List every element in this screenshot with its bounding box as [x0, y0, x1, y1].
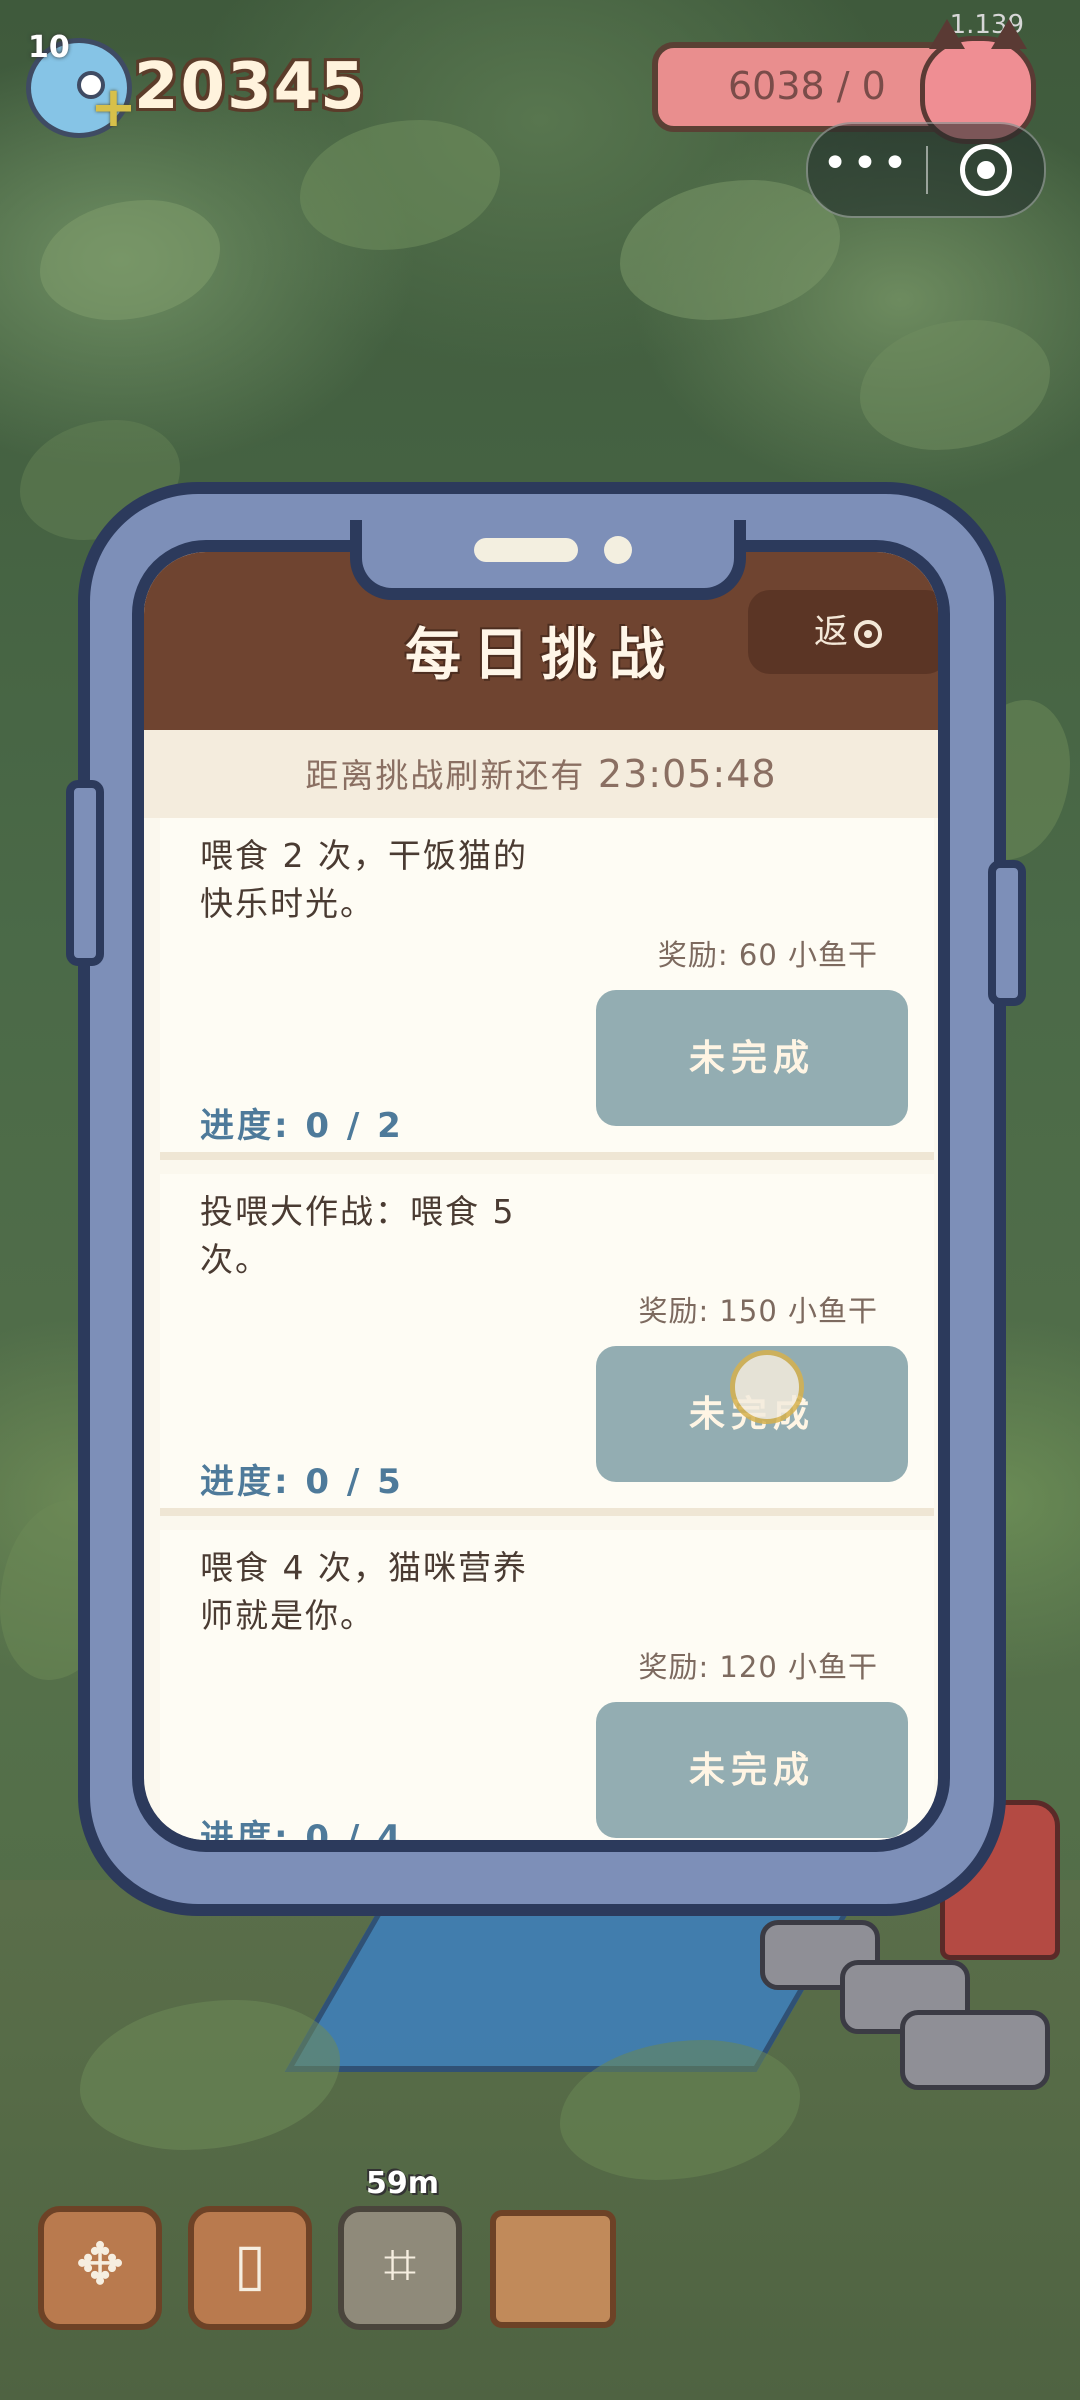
task-description: 喂食 2 次，干饭猫的 快乐时光。: [200, 832, 620, 928]
capacity-value: 6038 / 0: [728, 64, 886, 108]
coin-value: 20345: [134, 50, 367, 124]
speaker-icon: [474, 538, 578, 562]
refresh-time: 23:05:48: [597, 752, 777, 796]
task-description: 投喂大作战：喂食 5 次。: [200, 1188, 620, 1284]
litter-scoop-icon: ⌗: [383, 2230, 417, 2298]
return-icon: [854, 619, 882, 648]
back-button-label: 返: [814, 612, 848, 652]
timer-badge: 59m: [366, 2166, 440, 2201]
miniprogram-capsule: •••: [806, 122, 1046, 218]
task-progress: 进度: 0 / 2: [200, 1106, 404, 1146]
refresh-countdown: 距离挑战刷新还有 23:05:48: [144, 730, 938, 818]
task-progress: 进度: 0 / 5: [200, 1462, 404, 1502]
task-desc-line: 次。: [200, 1240, 270, 1279]
task-desc-line: 喂食 2 次，干饭猫的: [200, 836, 528, 875]
map-icon[interactable]: [490, 2210, 616, 2328]
leaf: [40, 200, 220, 320]
fish-coin-counter[interactable]: 10 + 20345: [22, 28, 382, 138]
task-reward: 奖励: 60 小鱼干: [657, 938, 878, 972]
task-desc-line: 师就是你。: [200, 1596, 375, 1635]
task-status-button[interactable]: 未完成: [596, 1702, 908, 1838]
task-reward: 奖励: 150 小鱼干: [638, 1294, 878, 1328]
add-coins-icon[interactable]: +: [90, 80, 137, 136]
task-desc-line: 投喂大作战：喂食 5: [200, 1192, 516, 1231]
target-close-icon[interactable]: [960, 144, 1012, 196]
leaf: [620, 180, 840, 320]
daily-challenge-modal: 每日挑战 返 距离挑战刷新还有 23:05:48 喂食 2 次，干饭猫的 快乐时…: [132, 540, 950, 1852]
task-card: 喂食 4 次，猫咪营养 师就是你。 奖励: 120 小鱼干 未完成 进度: 0 …: [160, 1530, 934, 1852]
more-dots-icon[interactable]: •••: [808, 124, 926, 216]
task-card: 投喂大作战：喂食 5 次。 奖励: 150 小鱼干 未完成 进度: 0 / 5: [160, 1174, 934, 1516]
move-button[interactable]: ✥: [38, 2206, 162, 2330]
task-progress: 进度: 0 / 4: [200, 1818, 404, 1852]
capsule-divider: [926, 146, 928, 194]
phone-side-button: [988, 860, 1026, 1006]
phone-icon: ▯: [234, 2230, 266, 2298]
level-number: 10: [28, 30, 70, 65]
rock: [900, 2010, 1050, 2090]
phone-button[interactable]: ▯: [188, 2206, 312, 2330]
task-status-button[interactable]: 未完成: [596, 990, 908, 1126]
phone-notch: [350, 520, 746, 600]
phone-side-button: [66, 780, 104, 966]
task-card: 喂食 2 次，干饭猫的 快乐时光。 奖励: 60 小鱼干 未完成 进度: 0 /…: [160, 818, 934, 1160]
back-button[interactable]: 返: [748, 590, 938, 674]
tap-hand-icon: [730, 1350, 804, 1424]
leaf: [860, 320, 1050, 450]
task-description: 喂食 4 次，猫咪营养 师就是你。: [200, 1544, 620, 1640]
task-desc-line: 喂食 4 次，猫咪营养: [200, 1548, 528, 1587]
camera-icon: [604, 536, 632, 564]
task-reward: 奖励: 120 小鱼干: [638, 1650, 878, 1684]
leaf: [300, 120, 500, 250]
refresh-label: 距离挑战刷新还有: [305, 756, 586, 795]
task-desc-line: 快乐时光。: [200, 884, 375, 923]
move-arrows-icon: ✥: [75, 2230, 125, 2298]
litter-scoop-button[interactable]: ⌗: [338, 2206, 462, 2330]
